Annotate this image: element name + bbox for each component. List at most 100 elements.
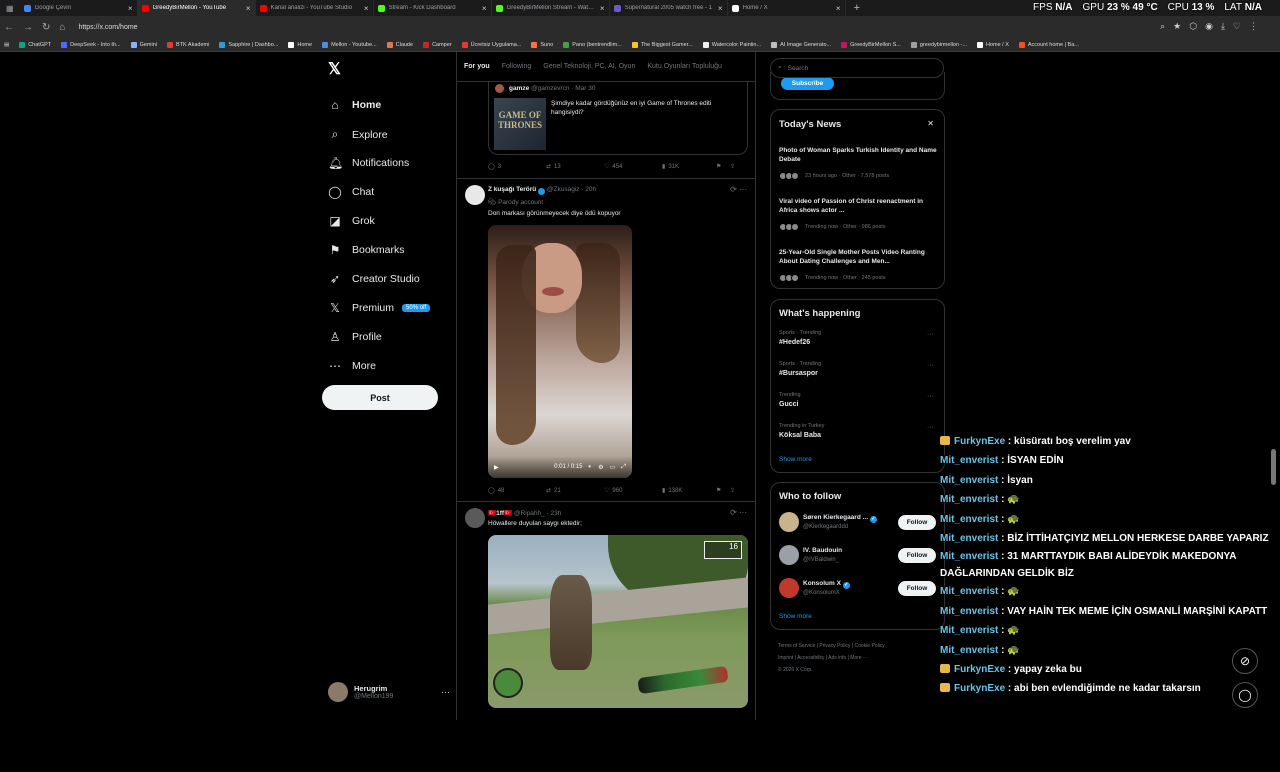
tab-close-icon[interactable]: × <box>364 4 369 13</box>
post-image[interactable]: 16 <box>488 535 748 708</box>
more-icon[interactable]: ··· <box>927 331 934 338</box>
bookmark-item[interactable]: greedybirmellon -... <box>910 41 967 48</box>
reload-icon[interactable]: ↻ <box>42 22 50 33</box>
feed-tab[interactable]: Genel Teknoloji, PC, AI, Oyun <box>543 63 635 70</box>
views-button[interactable]: ▮ 138K <box>662 487 716 495</box>
close-icon[interactable]: ✕ <box>927 119 934 128</box>
browser-tab[interactable]: Home / X × <box>728 0 846 16</box>
share-icon[interactable]: ⇪ <box>730 163 735 170</box>
apps-icon[interactable]: ▤ <box>4 42 9 48</box>
bookmark-item[interactable]: Home / X <box>976 41 1009 48</box>
post-author[interactable]: 🇹🇷1ff🇹🇷 @Ripahh_ · 23h <box>488 509 561 517</box>
chat-username[interactable]: FurkynExe <box>954 436 1005 447</box>
chat-username[interactable]: Mit_enverist <box>940 514 998 525</box>
extension-icon[interactable]: ◉ <box>1205 21 1213 32</box>
chat-username[interactable]: FurkynExe <box>954 664 1005 675</box>
more-icon[interactable]: ··· <box>927 424 934 431</box>
video-player[interactable]: ▶ 0:01 / 0:15 🔈︎ ⚙ ▭ ⤢ <box>488 225 632 478</box>
browser-tab[interactable]: Kanal analizi - YouTube Studio × <box>256 0 374 16</box>
new-tab-button[interactable]: + <box>846 2 868 14</box>
quoted-post[interactable]: gamze @gamzevrcn · Mar 30 GAME OF THRONE… <box>488 82 748 155</box>
bookmark-item[interactable]: Camper <box>423 41 452 48</box>
nav-item-notifications[interactable]: 🔔︎ Notifications <box>328 156 409 170</box>
bookmark-item[interactable]: GreedyBirMellon S... <box>841 41 901 48</box>
download-icon[interactable]: ⤓ <box>1221 21 1225 32</box>
browser-tab[interactable]: Stream - Kick Dashboard × <box>374 0 492 16</box>
bookmark-item[interactable]: Account home | Ba... <box>1018 41 1079 48</box>
avatar[interactable] <box>779 578 799 598</box>
back-icon[interactable]: ← <box>4 22 14 33</box>
footer-link[interactable]: Imprint <box>778 655 793 661</box>
browser-tab[interactable]: Google Çeviri × <box>20 0 138 16</box>
footer-link[interactable]: © 2026 X Corp. <box>778 667 813 673</box>
trend-title[interactable]: #Bursaspor <box>779 370 818 377</box>
like-button[interactable]: ♡ 960 <box>604 487 662 495</box>
reply-button[interactable]: ◯ 48 <box>488 487 546 495</box>
bookmark-item[interactable]: DeepSeek - Into th... <box>61 41 121 48</box>
chat-username[interactable]: Mit_enverist <box>940 533 998 544</box>
suggested-account-name[interactable]: Konsolum X ✓ <box>803 580 850 589</box>
grok-and-more-icons[interactable]: ⟳ ··· <box>730 185 747 194</box>
suggested-account-name[interactable]: Søren Kierkegaard ... ✓ <box>803 514 877 523</box>
account-switcher[interactable]: Herugrim @Mellon199 ··· <box>328 682 450 702</box>
zoom-icon[interactable]: ⌕ <box>1160 21 1165 32</box>
bookmark-item[interactable]: BTK Akademi <box>167 41 209 48</box>
views-button[interactable]: ▮ 31K <box>662 163 716 171</box>
trend-title[interactable]: Köksal Baba <box>779 432 821 439</box>
tab-close-icon[interactable]: × <box>246 4 251 13</box>
browser-tab[interactable]: GreedyBirMellon - YouTube × <box>137 0 256 16</box>
repost-button[interactable]: ⇄ 13 <box>546 163 604 171</box>
bookmark-item[interactable]: AI Image Generato... <box>771 41 831 48</box>
tab-close-icon[interactable]: × <box>718 4 723 13</box>
avatar[interactable] <box>779 545 799 565</box>
grok-icon[interactable]: ⊘ <box>1232 648 1258 674</box>
bookmark-item[interactable]: Pano (bentrendlim... <box>563 41 622 48</box>
nav-item-grok[interactable]: ◪ Grok <box>328 214 374 228</box>
bookmark-item[interactable]: Ücretsiz Uygulama... <box>461 41 521 48</box>
chat-username[interactable]: Mit_enverist <box>940 475 998 486</box>
more-icon[interactable]: ··· <box>927 362 934 369</box>
bookmark-item[interactable]: Mellon - Youtube... <box>322 41 377 48</box>
chat-username[interactable]: Mit_enverist <box>940 455 998 466</box>
trend-title[interactable]: #Hedef26 <box>779 339 810 346</box>
extension-icon[interactable]: ⬡ <box>1189 21 1197 32</box>
footer-link[interactable]: Accessibility <box>797 655 824 661</box>
search-input[interactable]: ⌕ Search <box>770 58 944 78</box>
show-more-link[interactable]: Show more <box>779 456 812 463</box>
trend-title[interactable]: Gucci <box>779 401 798 408</box>
chat-username[interactable]: Mit_enverist <box>940 551 998 562</box>
post-button[interactable]: Post <box>322 385 438 410</box>
nav-item-more[interactable]: ⋯ More <box>328 359 376 373</box>
nav-item-premium[interactable]: 𝕏 Premium 50% off <box>328 301 431 315</box>
avatar[interactable] <box>465 508 485 528</box>
feed-tab[interactable]: Kutu Oyunları Topluluğu <box>647 63 722 70</box>
nav-item-explore[interactable]: ⌕ Explore <box>328 127 388 142</box>
home-icon[interactable]: ⌂ <box>59 22 65 33</box>
subscribe-button[interactable]: Subscribe <box>781 77 834 90</box>
bookmark-item[interactable]: Claude <box>386 41 413 48</box>
news-title[interactable]: Photo of Woman Sparks Turkish Identity a… <box>779 146 939 164</box>
like-button[interactable]: ♡ 454 <box>604 163 662 171</box>
chat-username[interactable]: Mit_enverist <box>940 645 998 656</box>
url-field[interactable]: https://x.com/home <box>78 24 137 31</box>
tab-close-icon[interactable]: × <box>836 4 841 13</box>
volume-icon[interactable]: 🔈︎ <box>589 464 593 471</box>
chat-username[interactable]: Mit_enverist <box>940 606 998 617</box>
follow-button[interactable]: Follow <box>898 581 936 596</box>
grok-and-more-icons[interactable]: ⟳ ··· <box>730 508 747 517</box>
nav-item-creator-studio[interactable]: ➶ Creator Studio <box>328 272 420 286</box>
chat-username[interactable]: Mit_enverist <box>940 586 998 597</box>
feed-tab[interactable]: Following <box>502 63 532 70</box>
footer-link[interactable]: More ··· <box>850 655 868 661</box>
post-author[interactable]: Z kuşağı Terörü ✓ @Zkusagiz · 20h <box>488 186 596 195</box>
bookmark-item[interactable]: Suno <box>531 41 553 48</box>
chat-username[interactable]: FurkynExe <box>954 683 1005 694</box>
footer-link[interactable]: Cookie Policy <box>855 643 885 649</box>
avatar[interactable] <box>465 185 485 205</box>
menu-icon[interactable]: ⋮ <box>1249 21 1258 32</box>
footer-link[interactable]: Privacy Policy <box>819 643 850 649</box>
bookmark-item[interactable]: Gemini <box>130 41 157 48</box>
bookmark-icon[interactable]: ⚑ <box>716 163 730 170</box>
footer-link[interactable]: Ads info <box>828 655 846 661</box>
browser-tab[interactable]: Supernatural 2005 watch free - 1 × <box>610 0 728 16</box>
